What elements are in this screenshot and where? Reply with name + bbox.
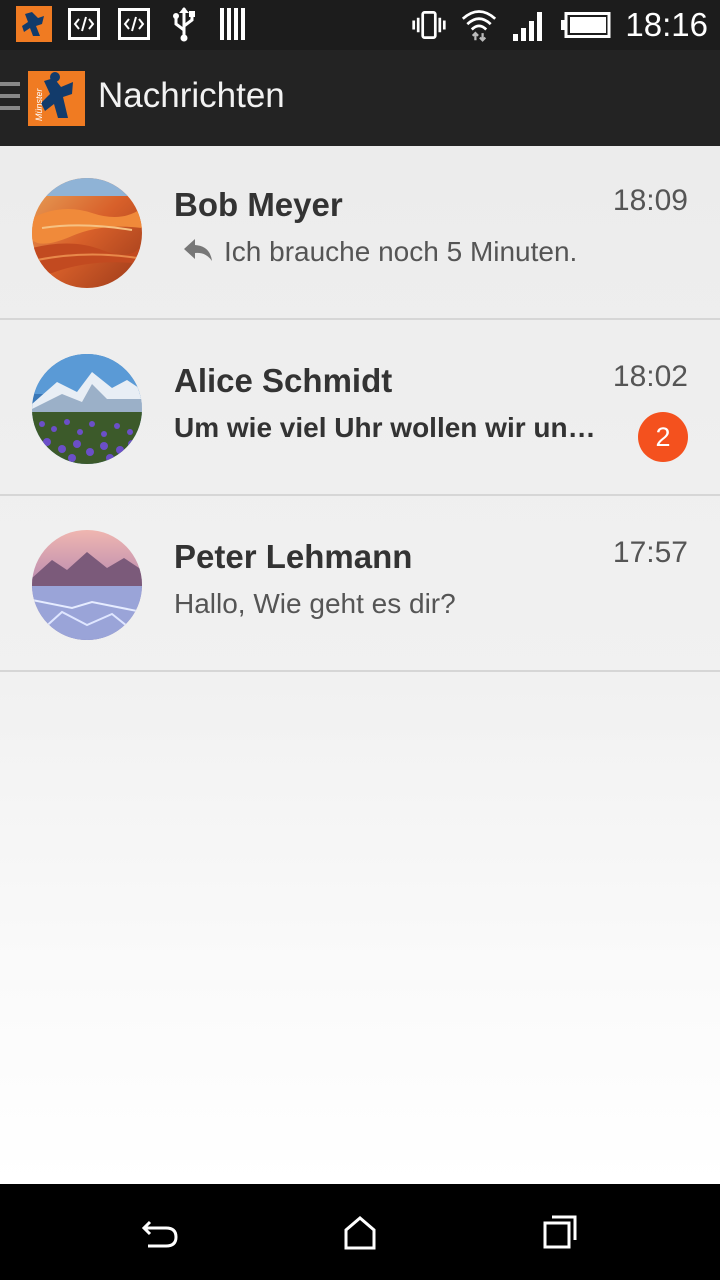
message-time: 18:02 (612, 360, 688, 393)
signal-icon (511, 7, 547, 43)
recents-icon[interactable] (540, 1212, 580, 1252)
conversation-row[interactable]: Peter Lehmann 17:57 Hallo, Wie geht es d… (0, 498, 720, 672)
message-preview: Um wie viel Uhr wollen wir un… (174, 412, 596, 444)
action-bar: Münster Nachrichten (0, 50, 720, 146)
bars-icon (216, 6, 252, 42)
status-time: 18:16 (625, 6, 708, 43)
conversation-row[interactable]: Alice Schmidt 18:02 Um wie viel Uhr woll… (0, 322, 720, 496)
message-preview: Hallo, Wie geht es dir? (174, 588, 456, 620)
battery-icon (561, 7, 611, 43)
unread-badge: 2 (638, 412, 688, 462)
avatar (32, 178, 142, 288)
home-icon[interactable] (340, 1212, 380, 1252)
reply-icon (182, 237, 214, 270)
contact-name: Bob Meyer (174, 186, 343, 223)
navigation-bar (0, 1184, 720, 1280)
drawer-menu-icon[interactable] (0, 80, 22, 114)
app-logo[interactable]: Münster (28, 71, 85, 126)
logo-text: Münster (34, 87, 44, 121)
message-time: 17:57 (612, 536, 688, 569)
message-time: 18:09 (612, 184, 688, 217)
message-text: Hallo, Wie geht es dir? (174, 588, 456, 619)
message-preview: Ich brauche noch 5 Minuten. (174, 236, 577, 270)
contact-name: Alice Schmidt (174, 362, 393, 399)
message-text: Ich brauche noch 5 Minuten. (224, 236, 578, 267)
conversation-row[interactable]: Bob Meyer 18:09 Ich brauche noch 5 Minut… (0, 146, 720, 320)
page-title: Nachrichten (98, 76, 285, 115)
usb-icon (166, 6, 202, 42)
avatar (32, 354, 142, 464)
code-icon (116, 6, 152, 42)
message-text: Um wie viel Uhr wollen wir un… (174, 412, 596, 443)
wifi-icon (461, 7, 497, 43)
contact-name: Peter Lehmann (174, 538, 413, 575)
back-icon[interactable] (140, 1212, 180, 1252)
code-icon (66, 6, 102, 42)
avatar (32, 530, 142, 640)
app-notification-icon (16, 6, 52, 42)
conversation-list: Bob Meyer 18:09 Ich brauche noch 5 Minut… (0, 146, 720, 1184)
vibrate-icon (411, 7, 447, 43)
status-bar: 18:16 (0, 0, 720, 50)
